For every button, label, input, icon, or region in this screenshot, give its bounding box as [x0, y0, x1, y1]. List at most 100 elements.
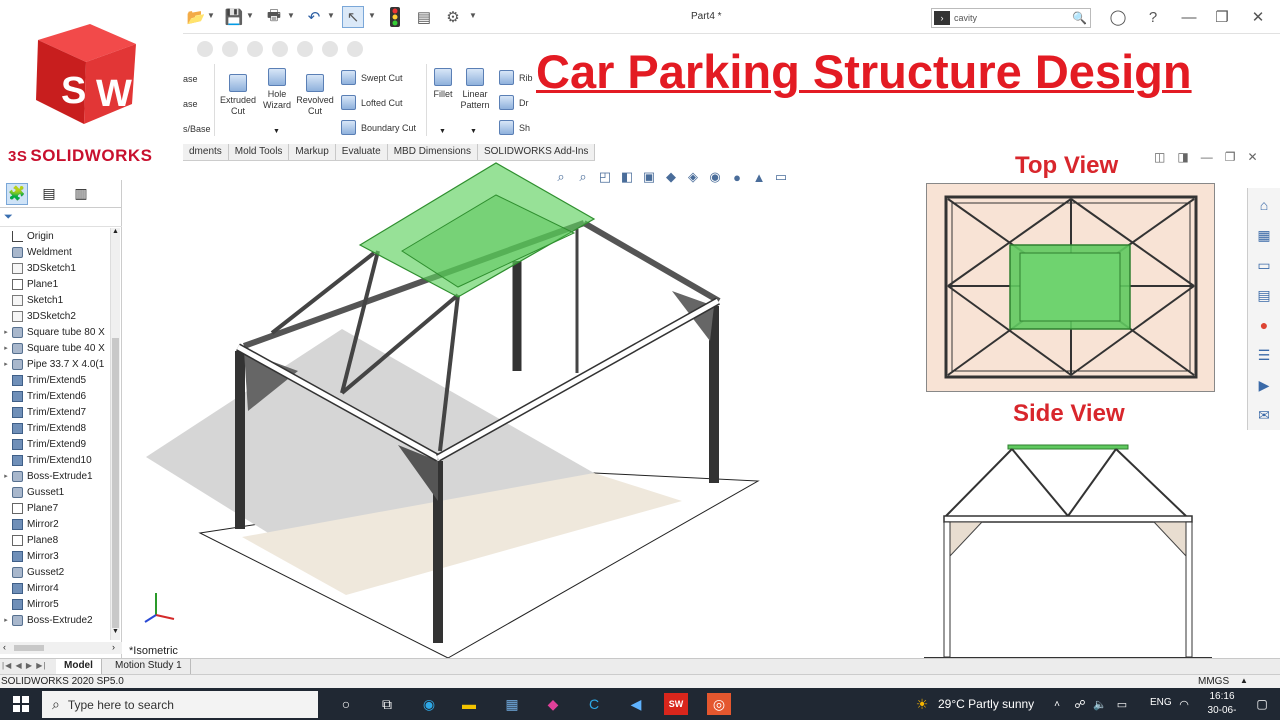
tree-item[interactable]: 3DSketch2 [0, 308, 110, 324]
gear-icon[interactable]: ⚙ [442, 6, 464, 28]
tree-item[interactable]: ▸ Square tube 40 X [0, 340, 110, 356]
section-view-icon[interactable]: ◧ [618, 168, 636, 186]
appearances-icon[interactable]: ● [1253, 314, 1275, 336]
taskbar-search[interactable]: ⌕ Type here to search [42, 691, 318, 718]
weather-text[interactable]: 29°C Partly sunny [938, 697, 1034, 711]
battery-icon[interactable]: ▭ [1110, 693, 1134, 715]
language-indicator[interactable]: ENG [1150, 697, 1172, 708]
chevron-down-icon[interactable]: ▼ [273, 128, 280, 135]
ribbon-cut-label[interactable]: s/Base [183, 124, 211, 134]
view-settings-icon[interactable]: ▭ [772, 168, 790, 186]
recorder-icon[interactable]: ◎ [707, 693, 731, 715]
extruded-cut-button[interactable]: Extruded Cut [219, 74, 257, 117]
swept-cut-button[interactable]: Swept Cut [341, 70, 403, 85]
tree-item[interactable]: Trim/Extend7 [0, 404, 110, 420]
app-arrow-icon[interactable]: ◀ [624, 693, 648, 715]
chevron-down-icon[interactable]: ▼ [439, 128, 446, 135]
expand-arrow-icon[interactable]: ▸ [0, 360, 12, 368]
user-icon[interactable]: ◯ [1107, 6, 1129, 28]
boundary-cut-button[interactable]: Boundary Cut [341, 120, 416, 135]
chevron-down-icon[interactable]: ▼ [470, 128, 477, 135]
display-style-icon[interactable]: ◈ [684, 168, 702, 186]
rebuild-icon[interactable] [384, 6, 406, 28]
tab-solidworks-add-ins[interactable]: SOLIDWORKS Add-Ins [478, 144, 596, 160]
scroll-thumb[interactable] [112, 338, 119, 628]
minimize-icon[interactable]: — [1178, 6, 1200, 28]
property-manager-tab-icon[interactable]: ▤ [38, 183, 60, 205]
play-icon[interactable]: ▶ [1253, 374, 1275, 396]
tree-item[interactable]: Plane8 [0, 532, 110, 548]
forum-icon[interactable]: ✉ [1253, 404, 1275, 426]
restore-icon[interactable]: ❐ [1211, 6, 1233, 28]
chevron-up-icon[interactable]: ▲ [1240, 676, 1248, 685]
scroll-down-icon[interactable]: ▼ [112, 628, 119, 635]
save-icon[interactable]: 💾 [223, 6, 245, 28]
calculator-icon[interactable]: ▦ [500, 693, 524, 715]
chevron-down-icon[interactable]: ▼ [469, 11, 477, 20]
tree-item[interactable]: Origin [0, 228, 110, 244]
solidworks-taskbar-icon[interactable]: SW [664, 693, 688, 715]
chevron-down-icon[interactable]: ▼ [287, 11, 295, 20]
expand-arrow-icon[interactable]: ▸ [0, 472, 12, 480]
tree-item[interactable]: Trim/Extend8 [0, 420, 110, 436]
cortana-icon[interactable]: ○ [334, 693, 358, 715]
custom-properties-icon[interactable]: ☰ [1253, 344, 1275, 366]
search-icon[interactable]: 🔍 [1072, 11, 1087, 25]
tree-item[interactable]: ▸ Square tube 80 X [0, 324, 110, 340]
open-icon[interactable]: 📂 [185, 6, 207, 28]
close-icon[interactable]: ✕ [1247, 150, 1257, 164]
chevron-down-icon[interactable]: ▼ [246, 11, 254, 20]
tree-item[interactable]: ▸ Boss-Extrude1 [0, 468, 110, 484]
tree-item[interactable]: Plane7 [0, 500, 110, 516]
tree-item[interactable]: Mirror2 [0, 516, 110, 532]
wifi-icon[interactable]: ◠ [1172, 693, 1196, 715]
expand-arrow-icon[interactable]: ▸ [0, 328, 12, 336]
file-explorer-icon[interactable]: ▬ [457, 693, 481, 715]
configuration-manager-tab-icon[interactable]: ▥ [70, 183, 92, 205]
shell-button[interactable]: Sh [499, 120, 530, 135]
previous-view-icon[interactable]: ◰ [596, 168, 614, 186]
chevron-down-icon[interactable]: ▼ [327, 11, 335, 20]
close-icon[interactable]: ✕ [1247, 6, 1269, 28]
home-icon[interactable]: ⌂ [1253, 194, 1275, 216]
linear-pattern-button[interactable]: Linear Pattern [457, 68, 493, 111]
hide-show-items-icon[interactable]: ◉ [706, 168, 724, 186]
tree-item[interactable]: Trim/Extend5 [0, 372, 110, 388]
appearance-icon[interactable]: ● [728, 168, 746, 186]
file-properties-icon[interactable]: ▤ [413, 6, 435, 28]
rib-button[interactable]: Rib [499, 70, 533, 85]
scroll-thumb[interactable] [14, 645, 44, 651]
chevron-down-icon[interactable]: ▼ [368, 11, 376, 20]
draft-button[interactable]: Dr [499, 95, 529, 110]
hole-wizard-button[interactable]: Hole Wizard [259, 68, 295, 111]
filter-icon[interactable]: ⏷ [4, 211, 13, 224]
tree-item[interactable]: Trim/Extend9 [0, 436, 110, 452]
resources-icon[interactable]: ▦ [1253, 224, 1275, 246]
tree-item[interactable]: Trim/Extend6 [0, 388, 110, 404]
chevron-up-icon[interactable]: ˄ [1045, 693, 1069, 715]
weather-icon[interactable]: ☀ [910, 693, 934, 715]
help-icon[interactable]: ? [1142, 6, 1164, 28]
tab-motion-study[interactable]: Motion Study 1 [107, 659, 191, 674]
chevron-down-icon[interactable]: ▼ [207, 11, 215, 20]
tree-item[interactable]: Sketch1 [0, 292, 110, 308]
scroll-right-icon[interactable]: › [112, 642, 115, 652]
undo-icon[interactable]: ↶ [303, 6, 325, 28]
minimize-icon[interactable]: — [1201, 150, 1213, 164]
tree-item[interactable]: 3DSketch1 [0, 260, 110, 276]
tab-mbd-dimensions[interactable]: MBD Dimensions [388, 144, 478, 160]
tree-item[interactable]: Mirror4 [0, 580, 110, 596]
zoom-to-area-icon[interactable]: ⌕ [574, 168, 592, 186]
volume-icon[interactable]: 🔈 [1088, 693, 1112, 715]
scene-icon[interactable]: ▲ [750, 168, 768, 186]
view-orientation-icon[interactable]: ◆ [662, 168, 680, 186]
tree-item[interactable]: Plane1 [0, 276, 110, 292]
tree-scrollbar[interactable]: ▲ ▼ [110, 228, 120, 640]
notifications-icon[interactable]: ▢ [1250, 693, 1274, 715]
units-indicator[interactable]: MMGS [1198, 676, 1229, 687]
search-commands-box[interactable]: › 🔍 [931, 8, 1091, 28]
expand-arrow-icon[interactable]: ▸ [0, 344, 12, 352]
tab-mold-tools[interactable]: Mold Tools [229, 144, 290, 160]
scroll-left-icon[interactable]: ‹ [3, 642, 6, 652]
taskbar-clock[interactable]: 16:16 30-06-2023 [1200, 690, 1244, 720]
